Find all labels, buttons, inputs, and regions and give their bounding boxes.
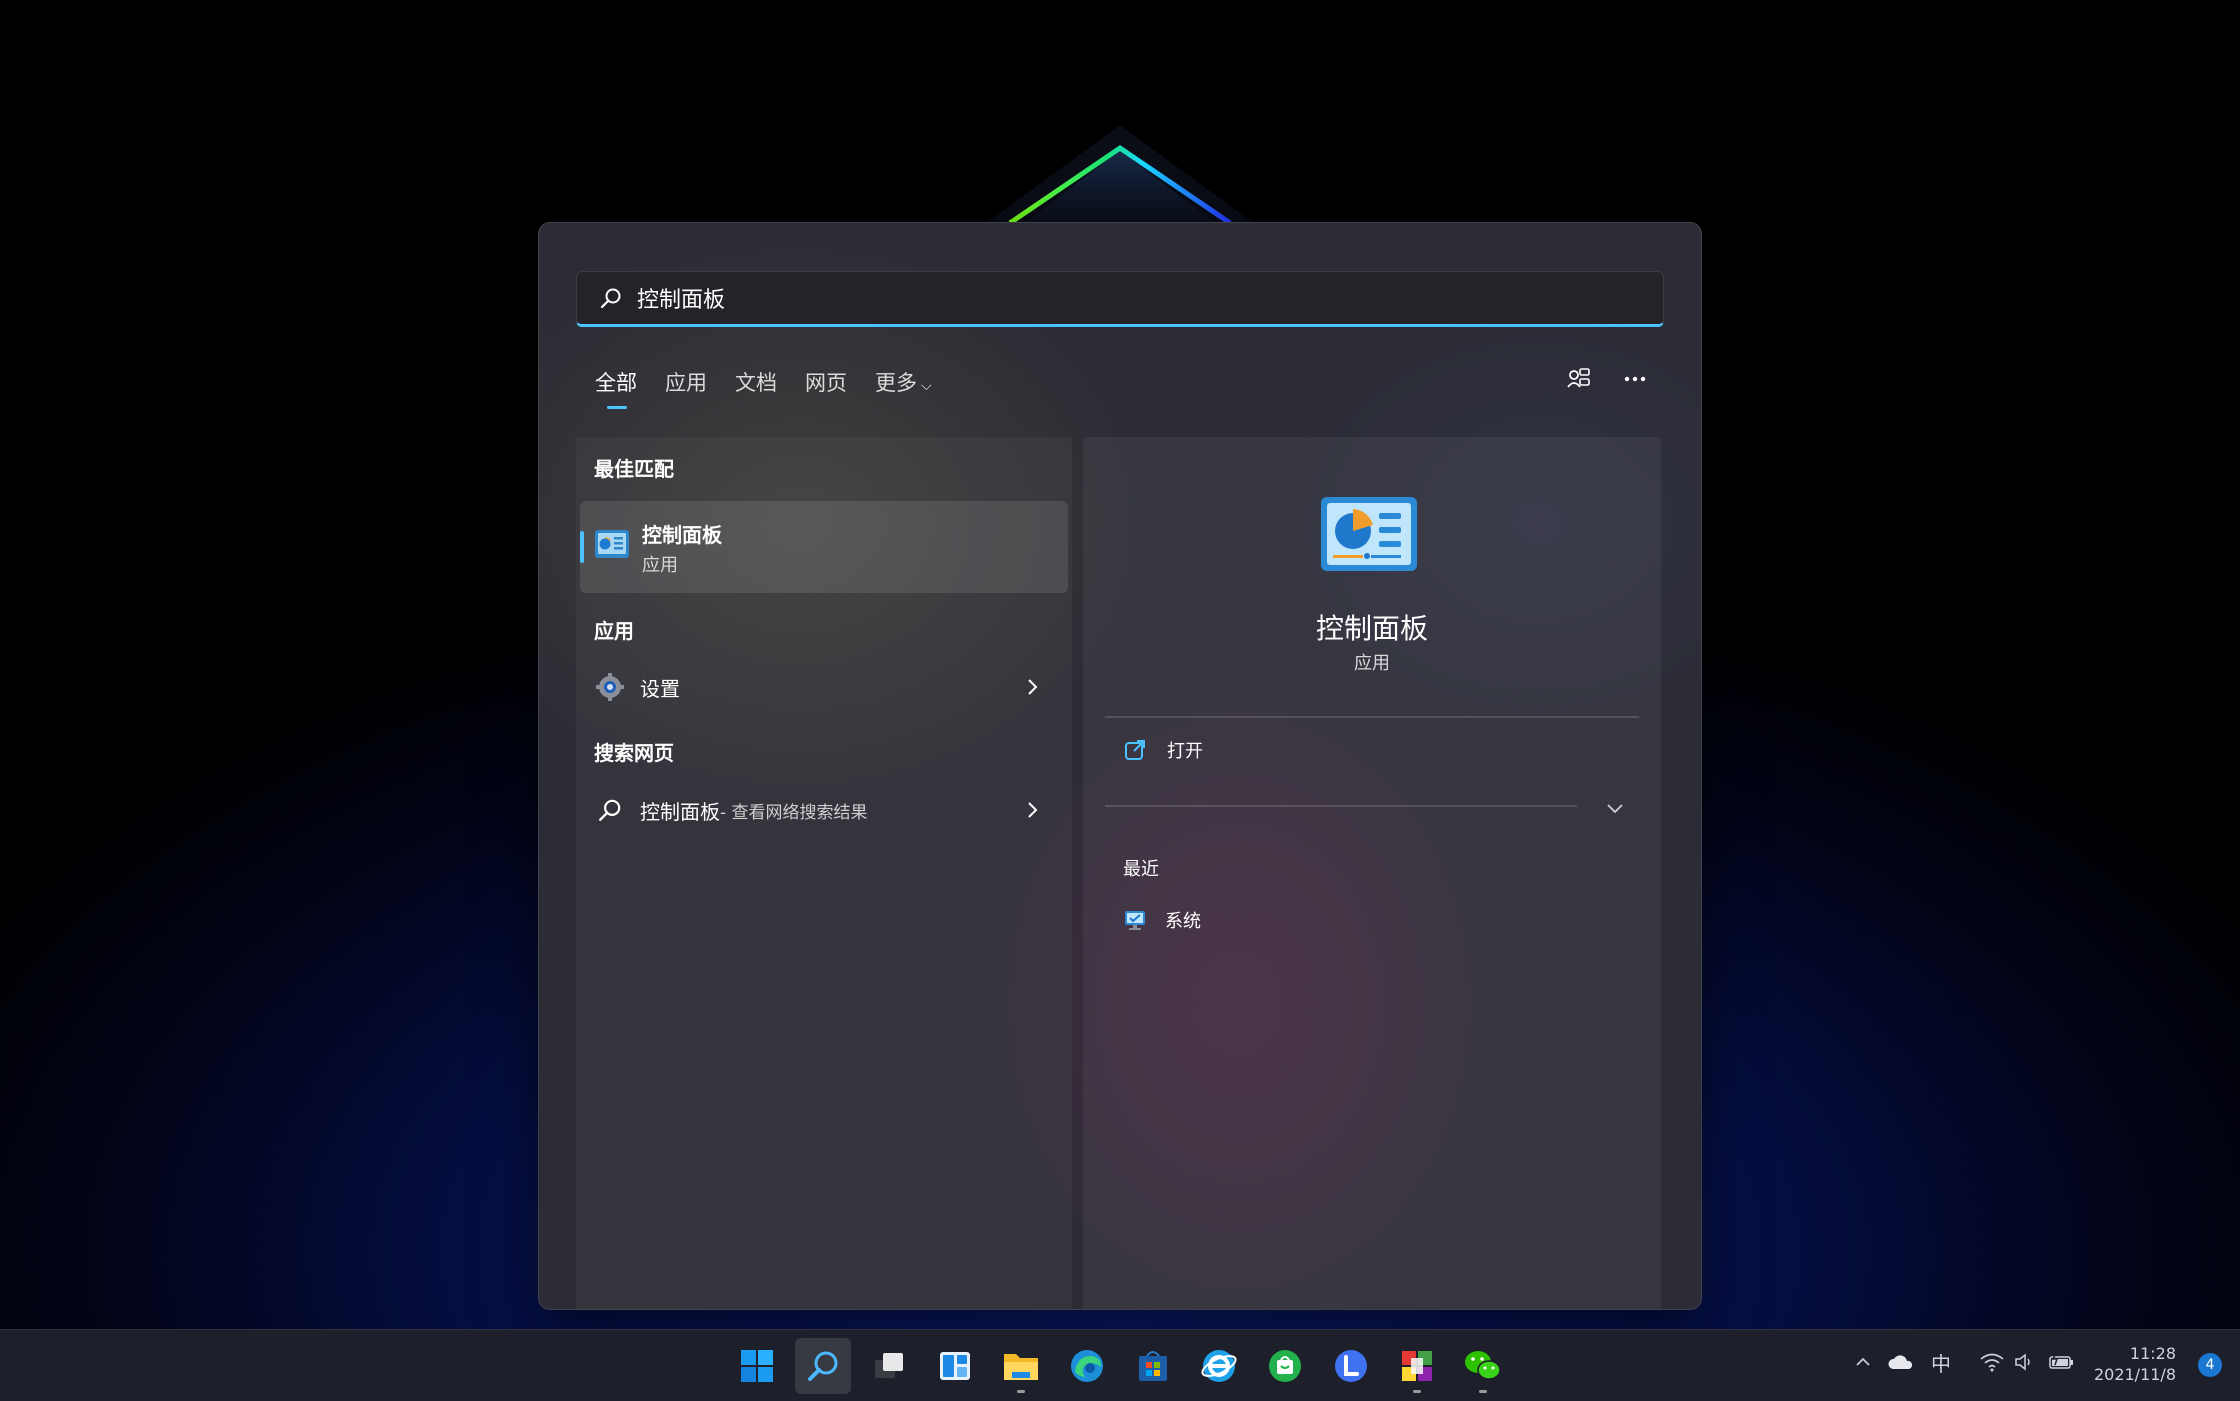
tab-all[interactable]: 全部 [595,367,637,409]
tab-all-label: 全部 [595,371,637,395]
file-explorer-icon [1004,1354,1038,1380]
web-search-suffix: - 查看网络搜索结果 [720,802,868,823]
tab-more-label: 更多 [875,371,917,395]
ime-indicator[interactable]: 中 [1931,1348,1951,1377]
tab-apps[interactable]: 应用 [665,367,707,409]
selection-indicator [580,531,584,563]
control-panel-icon [595,530,629,558]
chevron-right-icon [1028,679,1038,695]
app-result-settings[interactable]: 设置 [580,661,1068,713]
wechat-store-icon [1269,1350,1301,1382]
web-search-term: 控制面板 [640,799,720,824]
open-action[interactable]: 打开 [1123,737,1203,763]
results-pane: 最佳匹配 控制面板 应用 应用 设置 搜索网页 控制面板 - 查看网络搜索结果 [576,437,1072,1309]
show-hidden-icons-button[interactable] [1853,1352,1873,1372]
windows-start-icon [741,1350,773,1382]
clock-date: 2021/11/8 [2093,1365,2176,1384]
chevron-right-icon [1028,802,1038,818]
details-subtitle: 应用 [1354,653,1390,674]
app-result-label: 设置 [640,676,680,701]
system-icon [1125,911,1145,930]
chevron-down-icon[interactable] [1603,799,1627,819]
tab-web[interactable]: 网页 [805,367,847,409]
chevron-up-icon [1856,1357,1870,1366]
apps-header: 应用 [594,619,634,643]
start-button[interactable] [729,1338,785,1394]
office-icon [1402,1351,1432,1381]
notification-badge[interactable]: 4 [2198,1353,2222,1377]
tab-apps-label: 应用 [665,371,707,395]
ie-icon [1201,1350,1237,1382]
open-external-icon [1125,740,1145,760]
filter-tabs: 全部 应用 文档 网页 更多 ⌵ [595,367,960,409]
best-match-name: 控制面板 [642,523,722,547]
clock-time: 11:28 [2129,1344,2176,1363]
details-pane: 控制面板 应用 打开 最近 系统 [1083,437,1661,1309]
recent-header: 最近 [1123,859,1159,880]
widgets-button[interactable] [927,1338,983,1394]
widgets-icon [940,1352,970,1380]
open-action-label: 打开 [1167,741,1203,762]
tab-web-label: 网页 [805,371,847,395]
search-icon [599,799,621,821]
onedrive-button[interactable] [1887,1352,1915,1372]
store-icon [1139,1351,1167,1381]
gear-icon [596,673,624,701]
wechat-store-button[interactable] [1257,1338,1313,1394]
account-switch-icon[interactable] [1565,365,1593,393]
best-match-header: 最佳匹配 [594,457,674,481]
web-search-result[interactable]: 控制面板 - 查看网络搜索结果 [580,784,1068,836]
taskbar-search-button[interactable] [795,1338,851,1394]
tab-documents-label: 文档 [735,371,777,395]
recent-item-label: 系统 [1165,911,1201,932]
task-view-icon [875,1353,903,1378]
chevron-down-icon: ⌵ [921,378,932,394]
wechat-button[interactable] [1455,1338,1511,1394]
search-box[interactable] [576,271,1664,327]
running-indicator [1017,1390,1025,1393]
ie-button[interactable] [1191,1338,1247,1394]
wifi-icon [1980,1353,2004,1372]
lark-button[interactable] [1323,1338,1379,1394]
best-match-item[interactable]: 控制面板 应用 [580,501,1068,593]
task-view-button[interactable] [861,1338,917,1394]
lark-icon [1335,1350,1367,1382]
wallpaper-glow [970,125,1270,235]
taskbar: 中 11:28 2021/11/8 4 [0,1329,2240,1401]
search-icon [808,1351,838,1381]
more-options-icon[interactable] [1621,365,1649,393]
cloud-icon [1888,1355,1913,1369]
office-button[interactable] [1389,1338,1445,1394]
clock[interactable]: 11:28 2021/11/8 [2094,1343,2176,1385]
divider [1105,805,1577,807]
tab-more[interactable]: 更多 ⌵ [875,367,932,409]
divider [1105,716,1639,718]
wifi-button[interactable] [1979,1352,2005,1372]
search-icon [600,288,621,309]
edge-button[interactable] [1059,1338,1115,1394]
search-input[interactable] [637,285,1587,311]
volume-button[interactable] [2013,1352,2037,1372]
running-indicator [1479,1390,1487,1393]
edge-icon [1071,1350,1103,1382]
web-search-header: 搜索网页 [594,741,674,765]
battery-charging-icon [2049,1352,2073,1369]
search-flyout: 全部 应用 文档 网页 更多⌵ 最佳匹配 控制面板 应 [538,222,1702,1310]
running-indicator [1413,1390,1421,1393]
control-panel-icon [1321,497,1417,571]
details-title: 控制面板 [1315,612,1428,645]
store-button[interactable] [1125,1338,1181,1394]
battery-button[interactable] [2047,1352,2077,1372]
volume-icon [2015,1353,2030,1371]
recent-item-system[interactable]: 系统 [1123,907,1201,933]
best-match-type: 应用 [642,555,678,576]
file-explorer-button[interactable] [993,1338,1049,1394]
wechat-icon [1465,1351,1501,1380]
tab-documents[interactable]: 文档 [735,367,777,409]
